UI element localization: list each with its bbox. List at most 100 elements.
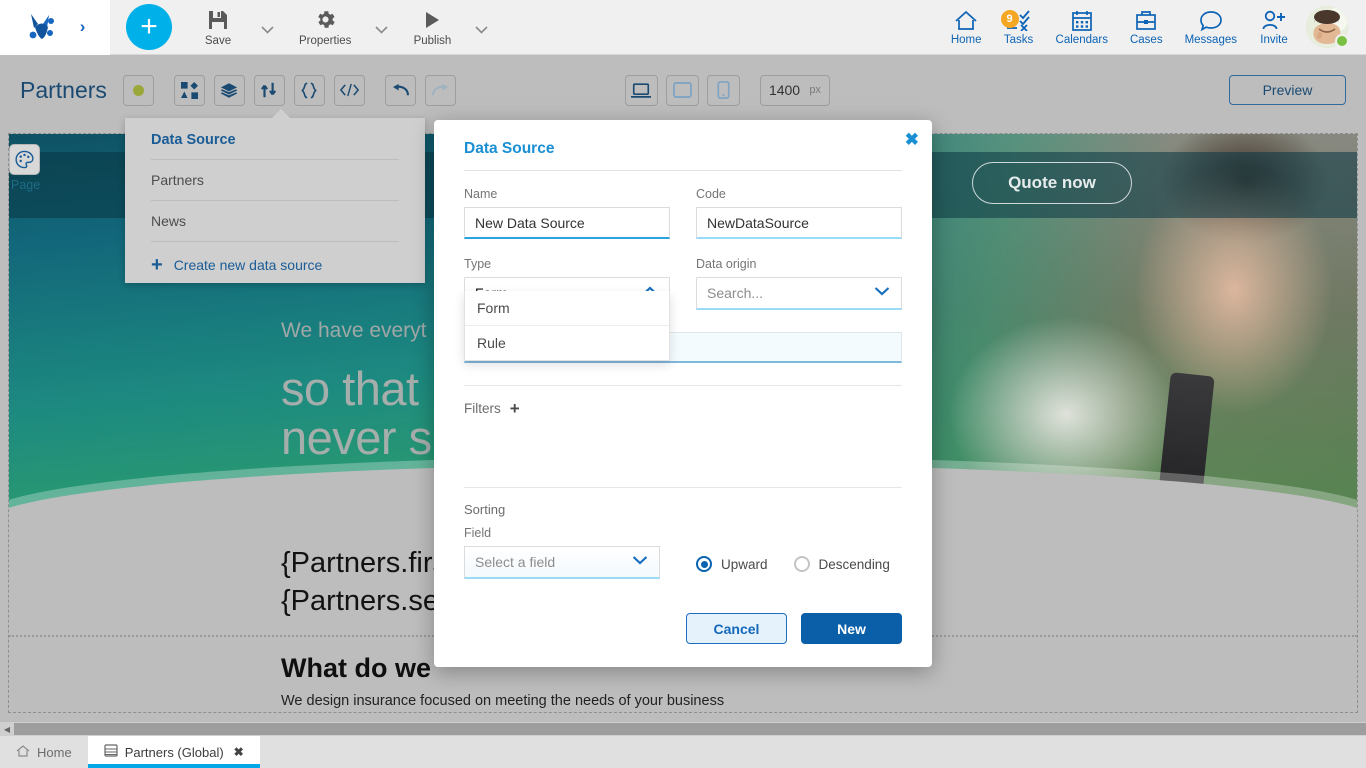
data-source-button[interactable] — [253, 74, 285, 106]
nav-item-invite[interactable]: Invite — [1248, 8, 1300, 46]
quote-now-button[interactable]: Quote now — [972, 162, 1132, 204]
close-icon[interactable]: ✖ — [905, 131, 919, 148]
radio-descending-label: Descending — [818, 556, 890, 572]
new-button[interactable]: New — [801, 613, 902, 644]
radio-descending-indicator — [793, 556, 810, 572]
nav-item-calendars[interactable]: Calendars — [1045, 8, 1119, 46]
message-icon — [1199, 8, 1223, 31]
modal-body: Name Code Type Form — [434, 171, 932, 579]
avatar[interactable] — [1306, 6, 1349, 48]
viewport-width-input[interactable]: 1400 px — [759, 74, 830, 106]
variables-braces-icon — [301, 81, 317, 99]
application-root: › + Save Properties Publish Home 9 Tasks… — [0, 0, 1366, 768]
widgets-button[interactable] — [173, 74, 205, 106]
tab-partners-global[interactable]: Partners (Global) ✖ — [87, 736, 260, 768]
widgets-icon — [180, 81, 198, 99]
nav-label: Tasks — [1003, 34, 1034, 46]
create-data-source-label: Create new data source — [173, 257, 323, 273]
data-origin-placeholder: Search... — [707, 285, 764, 301]
page-tool-widget: Page — [9, 144, 40, 192]
radio-descending[interactable]: Descending — [793, 556, 890, 572]
filters-list — [464, 417, 902, 465]
add-button[interactable]: + — [126, 4, 172, 50]
device-desktop-button[interactable] — [624, 74, 658, 106]
briefcase-icon — [1135, 8, 1157, 31]
page-status-button[interactable] — [122, 74, 154, 106]
device-mobile-button[interactable] — [706, 74, 740, 106]
preview-button[interactable]: Preview — [1229, 75, 1346, 105]
properties-button[interactable]: Properties — [287, 8, 363, 47]
chevron-down-icon — [874, 283, 890, 299]
field-label: Field — [464, 526, 492, 540]
code-input[interactable] — [696, 207, 902, 239]
sort-field-select[interactable]: Select a field — [464, 546, 660, 579]
properties-dropdown-toggle[interactable] — [363, 26, 400, 34]
hero-subtitle: We have everyt — [281, 319, 427, 342]
chevron-right-icon[interactable]: › — [80, 17, 86, 37]
scrollbar-thumb[interactable] — [14, 723, 1366, 735]
data-source-modal: ✖ Data Source Name Code Type Form — [434, 120, 932, 667]
tasks-badge: 9 — [1000, 10, 1019, 28]
type-select-options: Form Rule — [464, 291, 670, 361]
name-code-row: Name Code — [464, 187, 902, 239]
device-tablet-button[interactable] — [665, 74, 699, 106]
main-toolbar: › + Save Properties Publish Home 9 Tasks… — [0, 0, 1366, 55]
save-button[interactable]: Save — [187, 8, 249, 47]
code-field-group: Code — [696, 187, 902, 239]
top-navigation: Home 9 Tasks Calendars Cases Messages In… — [940, 0, 1366, 55]
status-indicator — [1335, 34, 1349, 48]
page-title: Partners — [20, 76, 107, 103]
home-outline-icon — [16, 744, 30, 760]
redo-button[interactable] — [424, 74, 456, 106]
tablet-icon — [673, 82, 692, 98]
variables-button[interactable] — [293, 74, 325, 106]
properties-label: Properties — [299, 34, 352, 47]
tab-close-icon[interactable]: ✖ — [234, 745, 244, 759]
nav-label: Home — [950, 34, 982, 46]
data-origin-select[interactable]: Search... — [696, 277, 902, 310]
nav-item-home[interactable]: Home — [940, 8, 993, 46]
type-field-group: Type Form Form Rule — [464, 257, 670, 361]
nav-label: Cases — [1129, 34, 1163, 46]
radio-upward[interactable]: Upward — [696, 556, 768, 572]
page-palette-button[interactable] — [9, 144, 40, 175]
tab-label: Home — [37, 744, 72, 760]
data-source-item-news[interactable]: News — [151, 201, 399, 242]
publish-button[interactable]: Publish — [401, 8, 463, 47]
gear-icon — [314, 8, 337, 32]
sort-direction-group: Upward Descending — [696, 556, 890, 579]
bonita-logo-icon[interactable] — [25, 10, 59, 44]
save-icon — [207, 8, 229, 32]
name-field-group: Name — [464, 187, 670, 239]
save-dropdown-toggle[interactable] — [249, 26, 286, 34]
create-data-source-button[interactable]: + Create new data source — [151, 242, 399, 288]
invite-user-icon — [1262, 8, 1286, 31]
layers-button[interactable] — [213, 74, 245, 106]
type-option-rule[interactable]: Rule — [465, 326, 669, 360]
redo-icon — [431, 83, 448, 95]
name-input[interactable] — [464, 207, 670, 239]
nav-item-messages[interactable]: Messages — [1174, 8, 1248, 46]
undo-button[interactable] — [384, 74, 416, 106]
type-option-form[interactable]: Form — [465, 291, 669, 326]
sorting-controls: Select a field Upward Descending — [464, 546, 902, 579]
hero-title-line-2: never s — [281, 411, 432, 465]
source-code-button[interactable] — [333, 74, 365, 106]
data-source-item-partners[interactable]: Partners — [151, 160, 399, 201]
scroll-left-arrow-icon[interactable]: ◀ — [0, 722, 14, 736]
nav-item-tasks[interactable]: 9 Tasks — [993, 8, 1045, 46]
data-origin-label: Data origin — [696, 257, 757, 271]
sorting-label: Sorting — [464, 502, 506, 517]
palette-icon — [15, 150, 34, 169]
plus-icon: + — [151, 254, 163, 276]
tab-bar: Home Partners (Global) ✖ — [0, 736, 1366, 768]
horizontal-scrollbar[interactable]: ◀ — [0, 722, 1366, 736]
add-filter-button[interactable]: + — [510, 400, 520, 417]
nav-item-cases[interactable]: Cases — [1119, 8, 1174, 46]
sorting-section: Sorting Field Select a field Upward Desc… — [464, 488, 902, 579]
tab-home[interactable]: Home — [0, 736, 88, 768]
cancel-button[interactable]: Cancel — [686, 613, 787, 644]
page-tool-label: Page — [11, 178, 41, 192]
publish-dropdown-toggle[interactable] — [463, 26, 500, 34]
nav-label: Calendars — [1055, 34, 1108, 46]
